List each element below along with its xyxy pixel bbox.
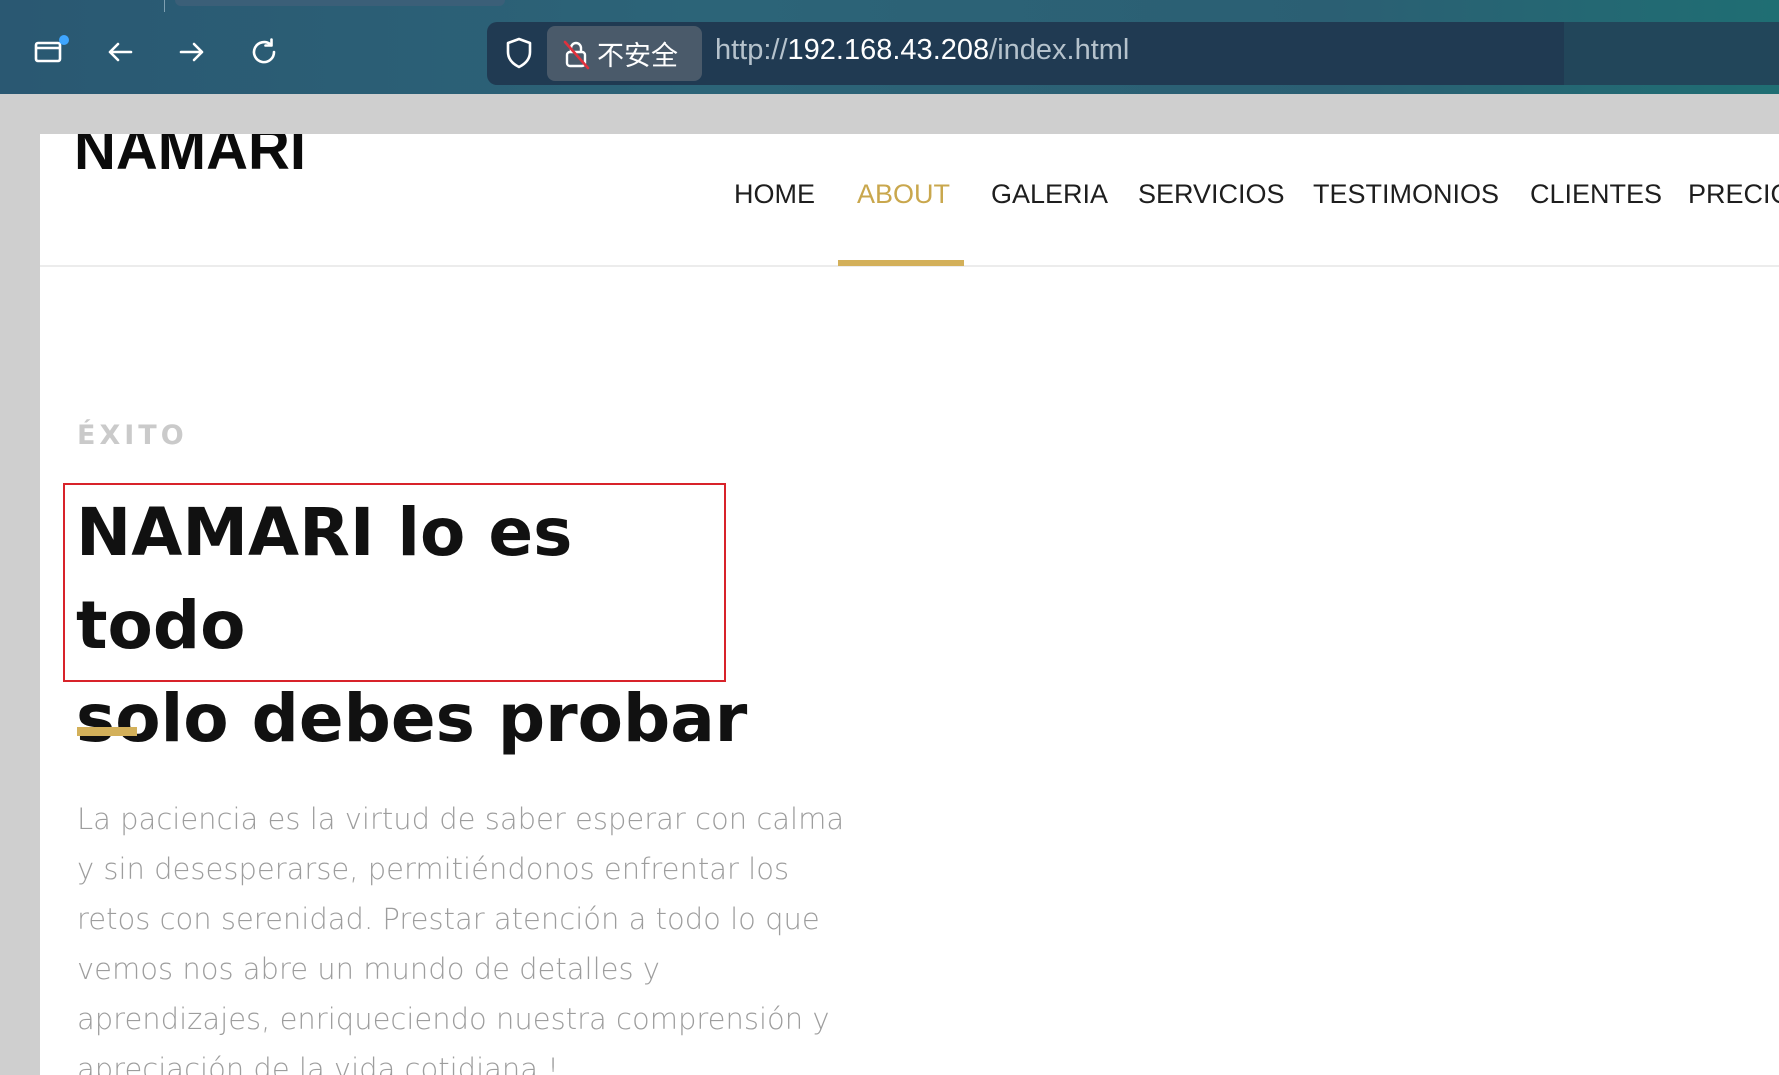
active-tab-edge[interactable]: [175, 0, 505, 6]
url-host: 192.168.43.208: [787, 34, 990, 66]
url-scheme: http://: [715, 34, 788, 66]
browser-toolbar: 不安全 http://192.168.43.208/index.html: [0, 0, 1779, 94]
headline-line-1: NAMARI lo es todo: [76, 494, 573, 664]
address-bar[interactable]: 不安全 http://192.168.43.208/index.html: [487, 22, 1779, 85]
nav-item-about[interactable]: ABOUT: [857, 179, 950, 210]
nav-item-home[interactable]: HOME: [734, 179, 815, 210]
nav-active-underline: [838, 260, 964, 266]
section-headline: NAMARI lo es todo solo debes probar: [76, 486, 756, 765]
headline-line-2: solo debes probar: [76, 680, 748, 757]
back-button[interactable]: [98, 30, 142, 74]
arrow-right-icon: [179, 42, 204, 62]
tab-divider: [164, 0, 165, 12]
url-path: /index.html: [989, 34, 1130, 66]
security-label: 不安全: [597, 41, 678, 72]
nav-item-galeria[interactable]: GALERIA: [991, 179, 1108, 210]
site-security-indicator[interactable]: 不安全: [547, 26, 702, 81]
notification-dot: [59, 35, 69, 45]
nav-item-testimonios[interactable]: TESTIMONIOS: [1313, 179, 1499, 210]
nav-item-precio[interactable]: PRECIO: [1688, 179, 1779, 210]
reload-icon: [252, 38, 276, 64]
url-text[interactable]: http://192.168.43.208/index.html: [715, 34, 1129, 67]
nav-item-clientes[interactable]: CLIENTES: [1530, 179, 1662, 210]
reload-button[interactable]: [242, 30, 286, 74]
site-logo[interactable]: NAMARI: [74, 134, 306, 183]
section-paragraph: La paciencia es la virtud de saber esper…: [77, 802, 845, 1075]
section-eyebrow: ÉXITO: [77, 420, 188, 451]
insecure-lock-icon: [563, 40, 590, 69]
arrow-left-icon: [108, 42, 133, 62]
accent-divider: [77, 727, 137, 736]
site-header: NAMARI HOME ABOUT GALERIA SERVICIOS TEST…: [40, 134, 1779, 267]
nav-item-servicios[interactable]: SERVICIOS: [1138, 179, 1285, 210]
address-bar-tint: [1564, 22, 1779, 85]
page-viewport: NAMARI HOME ABOUT GALERIA SERVICIOS TEST…: [40, 134, 1779, 1075]
shield-icon[interactable]: [503, 36, 535, 70]
forward-button[interactable]: [170, 30, 214, 74]
